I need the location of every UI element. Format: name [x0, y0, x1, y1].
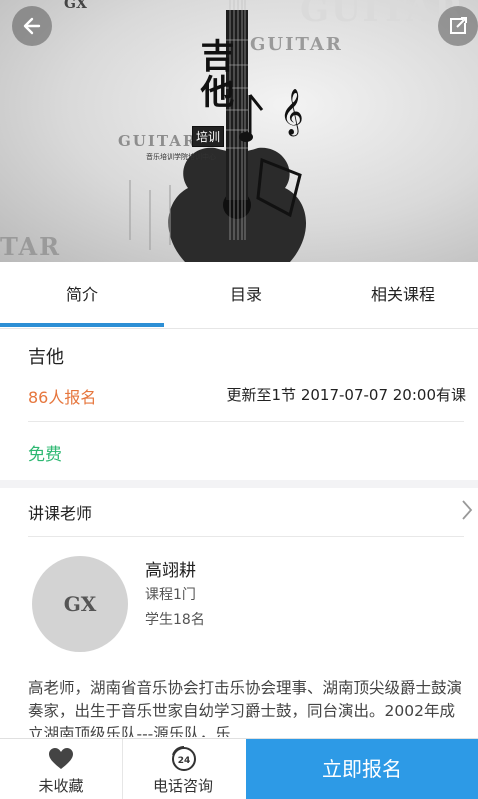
course-title: 吉他: [28, 347, 64, 368]
tab-intro[interactable]: 简介: [0, 262, 164, 328]
phone-consult-label: 电话咨询: [152, 777, 213, 795]
course-banner: GUITAR GX GUITAR GUITAR TAR 𝄞 吉他 培训 音乐培训…: [0, 0, 478, 262]
teacher-course-count: 课程1门: [145, 587, 196, 603]
teacher-name: 高翊耕: [145, 561, 196, 581]
phone-consult-button[interactable]: 24 电话咨询: [122, 739, 244, 799]
bottom-action-bar: 未收藏 24 电话咨询 立即报名: [0, 738, 478, 799]
teacher-section-label: 讲课老师: [28, 504, 93, 523]
signup-button[interactable]: 立即报名: [246, 739, 478, 799]
share-icon: [450, 17, 467, 34]
banner-badge: 培训: [192, 126, 225, 147]
guitar-illustration: 𝄞: [129, 0, 307, 262]
section-gap: [0, 480, 478, 488]
teacher-student-count: 学生18名: [145, 612, 205, 628]
divider: [28, 536, 464, 537]
tab-related-courses[interactable]: 相关课程: [328, 262, 478, 328]
teacher-avatar[interactable]: GX: [32, 556, 128, 652]
favorite-label: 未收藏: [38, 777, 84, 795]
share-button[interactable]: [438, 6, 478, 46]
back-button[interactable]: [12, 6, 52, 46]
price-label: 免费: [28, 445, 62, 465]
divider: [28, 421, 464, 422]
tab-bar: 简介 目录 相关课程: [0, 262, 478, 329]
enroll-count: 86人报名: [28, 388, 97, 407]
svg-text:𝄞: 𝄞: [280, 89, 304, 137]
heart-icon: [49, 748, 73, 769]
banner-subtitle: 音乐培训学院培训中心: [146, 153, 216, 161]
avatar-logo: GX: [63, 592, 97, 616]
phone-24h-icon: 24: [172, 746, 196, 771]
update-info: 更新至1节 2017-07-07 20:00有课: [226, 386, 466, 404]
teacher-bio: 高老师，湖南省音乐协会打击乐协会理事、湖南顶尖级爵士鼓演奏家，出生于音乐世家自幼…: [28, 679, 463, 737]
active-tab-indicator: [0, 323, 164, 327]
svg-text:24: 24: [178, 756, 191, 766]
arrow-left-icon: [23, 17, 41, 35]
banner-title: 吉他: [194, 38, 234, 110]
favorite-button[interactable]: 未收藏: [0, 739, 123, 799]
chevron-right-icon: [462, 500, 473, 520]
tab-catalog[interactable]: 目录: [164, 262, 328, 328]
teacher-section-header[interactable]: 讲课老师: [0, 488, 478, 536]
